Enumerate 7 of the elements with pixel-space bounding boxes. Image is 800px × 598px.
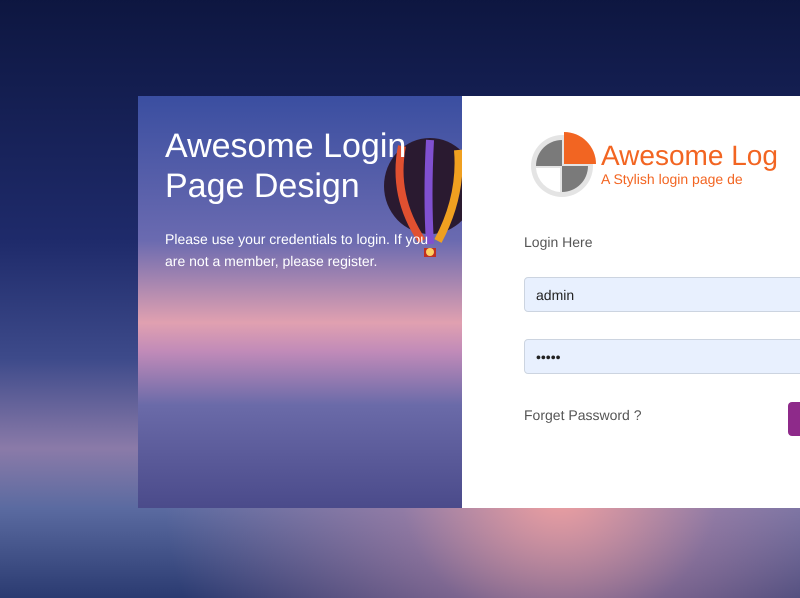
form-heading: Login Here: [524, 233, 594, 252]
logo-tagline: A Stylish login page de: [601, 171, 744, 187]
intro-title: Awesome Login Page Design: [165, 126, 408, 206]
forgot-password-link[interactable]: Forget Password ?: [524, 405, 642, 426]
username-field[interactable]: admin: [524, 277, 800, 312]
password-field[interactable]: •••••: [524, 339, 800, 374]
logo-name: Awesome Log: [601, 141, 778, 171]
